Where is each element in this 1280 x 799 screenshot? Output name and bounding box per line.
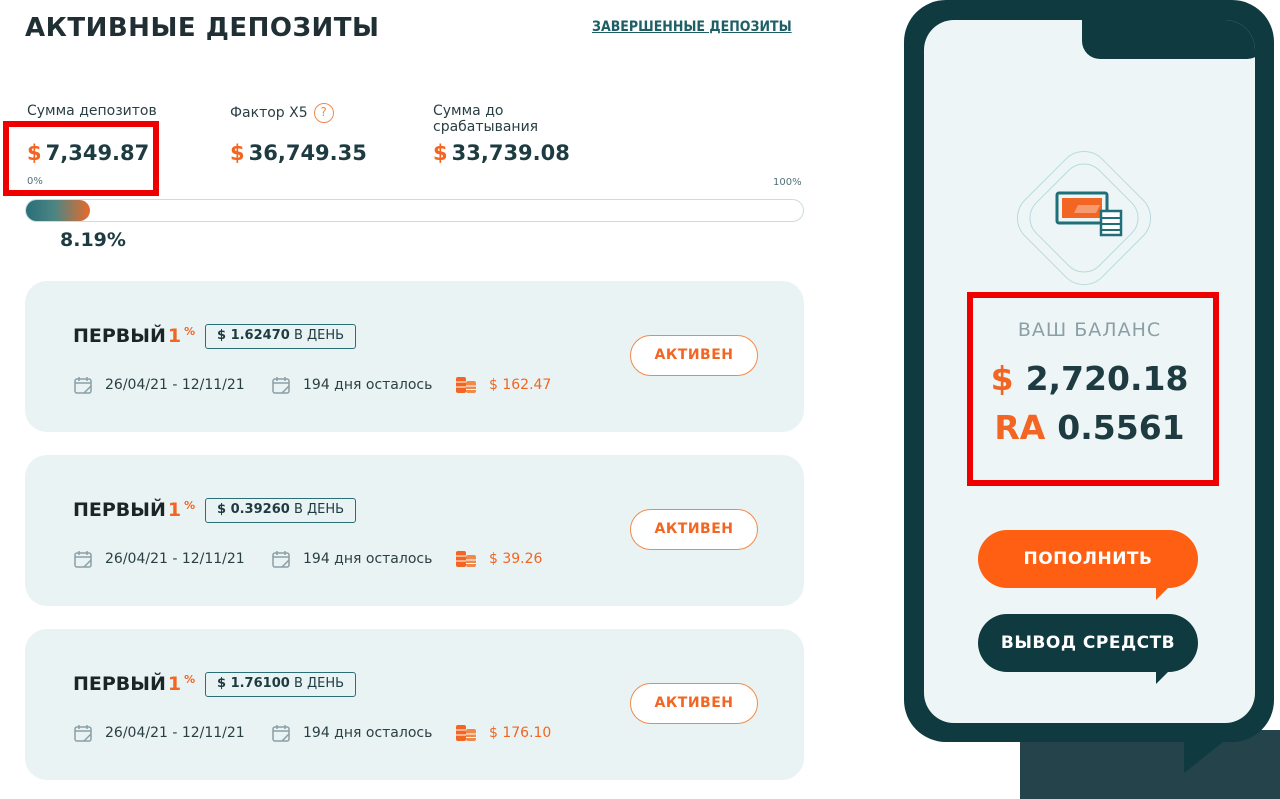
progress-percent: 8.19% — [60, 229, 126, 251]
deposit-name: ПЕРВЫЙ — [73, 673, 166, 695]
phone-notch — [1082, 20, 1255, 59]
deposit-card: ПЕРВЫЙ 1% $ 0.39260 В ДЕНЬ 26/04/21 - 12/11… — [25, 455, 804, 606]
deposit-earned: $ 176.10 — [455, 723, 551, 743]
per-day-amount: $ 1.76100 — [217, 676, 290, 691]
deposit-rate: 1 — [167, 673, 182, 695]
per-day-badge: $ 1.62470 В ДЕНЬ — [205, 324, 357, 349]
stat-value: $33,739.08 — [433, 141, 570, 165]
trigger-label-line1: Сумма до — [433, 103, 504, 119]
deposit-title: ПЕРВЫЙ 1% — [73, 499, 195, 521]
deposit-rate-pct: % — [184, 325, 196, 338]
deposit-button-tail — [1156, 586, 1170, 600]
currency-symbol: $ — [230, 141, 245, 165]
deposit-remaining-text: 194 дня осталось — [303, 377, 433, 393]
deposit-earned: $ 39.26 — [455, 549, 542, 569]
calendar-icon — [272, 377, 290, 394]
per-day-suffix: В ДЕНЬ — [293, 328, 345, 343]
trigger-value: 33,739.08 — [451, 141, 570, 165]
deposit-name: ПЕРВЫЙ — [73, 325, 166, 347]
progress-max-label: 100% — [773, 177, 802, 188]
deposit-title: ПЕРВЫЙ 1% — [73, 673, 195, 695]
per-day-badge: $ 1.76100 В ДЕНЬ — [205, 672, 357, 697]
progress-fill — [26, 200, 90, 221]
calendar-icon — [272, 725, 290, 742]
deposit-remaining: 194 дня осталось — [271, 723, 432, 743]
currency-symbol: $ — [433, 141, 448, 165]
coins-icon — [456, 725, 476, 741]
status-active-button[interactable]: АКТИВЕН — [630, 335, 758, 376]
factor-value: 36,749.35 — [248, 141, 367, 165]
deposit-card: ПЕРВЫЙ 1% $ 1.62470 В ДЕНЬ 26/04/21 - 12/11… — [25, 281, 804, 432]
calendar-icon — [74, 725, 92, 742]
deposit-earned-text: $ 176.10 — [489, 725, 552, 741]
stat-factor: Фактор X5? $36,749.35 — [230, 103, 367, 165]
calendar-icon — [272, 551, 290, 568]
progress-min-label: 0% — [27, 176, 43, 187]
withdraw-button-tail — [1156, 670, 1170, 684]
factor-label: Фактор X5 — [230, 105, 308, 121]
deposit-earned-text: $ 162.47 — [489, 377, 552, 393]
per-day-amount: $ 1.62470 — [217, 328, 290, 343]
help-icon[interactable]: ? — [313, 103, 334, 123]
per-day-suffix: В ДЕНЬ — [293, 676, 345, 691]
deposit-rate-pct: % — [184, 499, 196, 512]
calendar-icon — [74, 377, 92, 394]
stat-label: Фактор X5? — [230, 103, 367, 123]
deposit-rate: 1 — [167, 499, 182, 521]
coins-icon — [456, 551, 476, 567]
deposit-rate: 1 — [167, 325, 182, 347]
coins-icon — [456, 377, 476, 393]
deposit-title: ПЕРВЫЙ 1% — [73, 325, 195, 347]
deposit-remaining-text: 194 дня осталось — [303, 725, 433, 741]
deposit-remaining-text: 194 дня осталось — [303, 551, 433, 567]
wallet-card-icon — [1055, 191, 1123, 237]
status-active-button[interactable]: АКТИВЕН — [630, 509, 758, 550]
highlight-balance — [967, 292, 1219, 486]
stat-value: $36,749.35 — [230, 141, 367, 165]
page-title: АКТИВНЫЕ ДЕПОЗИТЫ — [25, 13, 380, 43]
deposit-rate-pct: % — [184, 673, 196, 686]
deposit-dates-text: 26/04/21 - 12/11/21 — [105, 551, 245, 567]
trigger-label-line2: срабатывания — [433, 119, 539, 135]
status-active-button[interactable]: АКТИВЕН — [630, 683, 758, 724]
deposit-remaining: 194 дня осталось — [271, 375, 432, 395]
deposit-earned-text: $ 39.26 — [489, 551, 543, 567]
deposit-dates: 26/04/21 - 12/11/21 — [73, 375, 245, 395]
progress-bar — [25, 199, 804, 222]
deposit-button[interactable]: ПОПОЛНИТЬ — [978, 530, 1198, 588]
per-day-amount: $ 0.39260 — [217, 502, 290, 517]
deposit-dates-text: 26/04/21 - 12/11/21 — [105, 377, 245, 393]
phone-tail — [1184, 738, 1228, 773]
deposit-dates: 26/04/21 - 12/11/21 — [73, 549, 245, 569]
deposit-dates-text: 26/04/21 - 12/11/21 — [105, 725, 245, 741]
deposit-name: ПЕРВЫЙ — [73, 499, 166, 521]
completed-deposits-link[interactable]: ЗАВЕРШЕННЫЕ ДЕПОЗИТЫ — [592, 19, 792, 35]
deposit-earned: $ 162.47 — [455, 375, 551, 395]
deposit-remaining: 194 дня осталось — [271, 549, 432, 569]
per-day-suffix: В ДЕНЬ — [293, 502, 345, 517]
withdraw-button[interactable]: ВЫВОД СРЕДСТВ — [978, 614, 1198, 672]
calendar-icon — [74, 551, 92, 568]
deposits-panel: АКТИВНЫЕ ДЕПОЗИТЫ ЗАВЕРШЕННЫЕ ДЕПОЗИТЫ С… — [0, 0, 840, 799]
balance-panel: ВАШ БАЛАНС $2,720.18 RA 0.5561 ПОПОЛНИТЬ … — [860, 0, 1280, 799]
deposit-dates: 26/04/21 - 12/11/21 — [73, 723, 245, 743]
per-day-badge: $ 0.39260 В ДЕНЬ — [205, 498, 357, 523]
stat-trigger: Сумма до срабатывания $33,739.08 — [433, 103, 570, 165]
stat-label: Сумма депозитов — [27, 103, 157, 119]
deposit-card: ПЕРВЫЙ 1% $ 1.76100 В ДЕНЬ 26/04/21 - 12/11… — [25, 629, 804, 780]
